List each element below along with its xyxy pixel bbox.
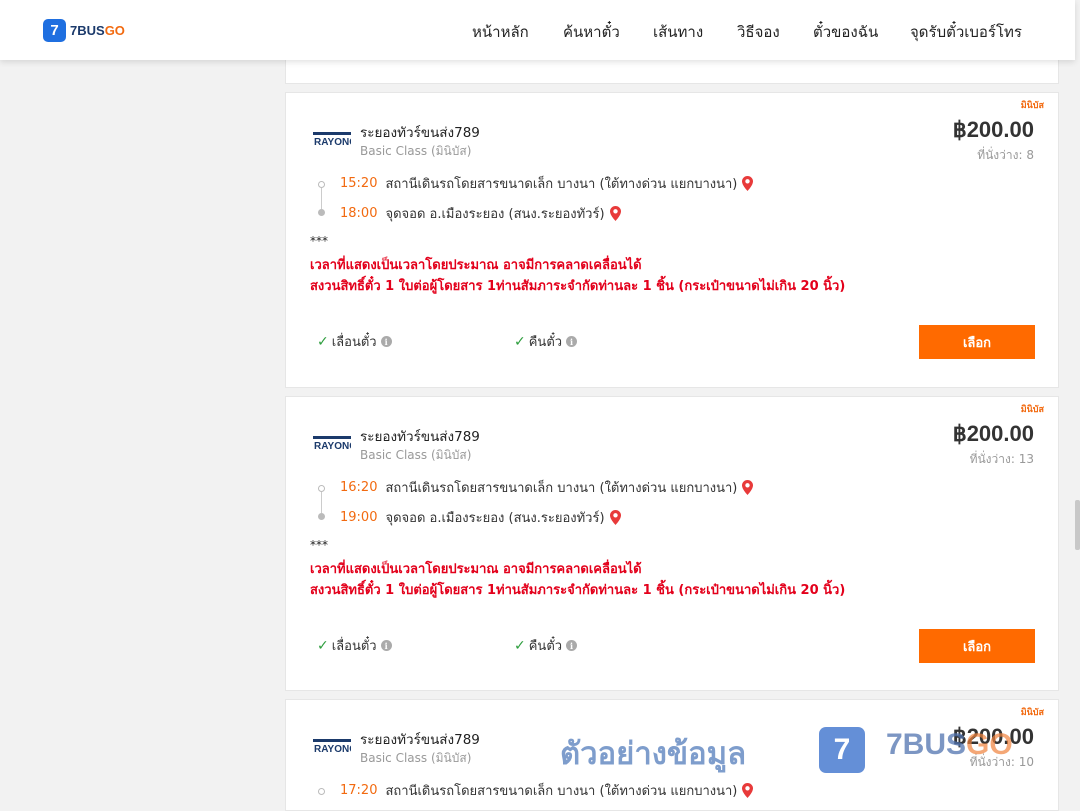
page-scrollbar[interactable] bbox=[1075, 0, 1080, 800]
vehicle-type-badge: มินิบัส bbox=[1020, 708, 1044, 718]
info-icon[interactable]: i bbox=[566, 336, 578, 347]
operator-logo: RAYONG bbox=[313, 436, 351, 450]
arrival-stop: 19:00 จุดจอด อ.เมืองระยอง (สนง.ระยองทัวร… bbox=[340, 507, 621, 528]
top-header: 7 7BUSGO หน้าหลัก ค้นหาตั๋ว เส้นทาง วิธี… bbox=[0, 0, 1075, 60]
map-pin-icon[interactable] bbox=[742, 783, 754, 798]
select-trip-button[interactable]: เลือก bbox=[919, 325, 1035, 359]
operator-logo: RAYONG bbox=[313, 132, 351, 146]
departure-time: 17:20 bbox=[340, 783, 378, 798]
bus-class: Basic Class (มินิบัส) bbox=[360, 448, 472, 462]
feature-refund: ✓ คืนตั๋ว i bbox=[514, 635, 578, 656]
ticket-price: ฿200.00 bbox=[952, 421, 1034, 446]
nav-home[interactable]: หน้าหลัก bbox=[472, 20, 529, 44]
operator-logo: RAYONG bbox=[313, 739, 351, 753]
info-icon[interactable]: i bbox=[566, 640, 578, 651]
operator-name: ระยองทัวร์ขนส่ง789 bbox=[360, 732, 480, 748]
departure-time: 16:20 bbox=[340, 480, 378, 495]
svg-text:RAYONG: RAYONG bbox=[314, 137, 351, 146]
map-pin-icon[interactable] bbox=[609, 206, 621, 221]
svg-text:RAYONG: RAYONG bbox=[314, 441, 351, 450]
note-stars: *** bbox=[310, 234, 328, 248]
nav-ticket-pickup[interactable]: จุดรับตั๋วเบอร์โทร bbox=[910, 20, 1022, 44]
timeline-end-dot bbox=[318, 209, 325, 216]
watermark-logo-mark: 7 bbox=[819, 727, 865, 773]
feature-reschedule: ✓ เลื่อนตั๋ว i bbox=[317, 331, 392, 352]
arrival-stop: 18:00 จุดจอด อ.เมืองระยอง (สนง.ระยองทัวร… bbox=[340, 203, 621, 224]
select-trip-button[interactable]: เลือก bbox=[919, 629, 1035, 663]
site-logo[interactable]: 7 7BUSGO bbox=[43, 19, 125, 42]
arrival-time: 19:00 bbox=[340, 510, 378, 525]
seats-available: ที่นั่งว่าง: 13 bbox=[969, 452, 1034, 466]
feature-label: คืนตั๋ว bbox=[528, 639, 563, 654]
timeline-line bbox=[321, 492, 322, 513]
vehicle-type-badge: มินิบัส bbox=[1020, 405, 1044, 415]
feature-reschedule: ✓ เลื่อนตั๋ว i bbox=[317, 635, 392, 656]
check-icon: ✓ bbox=[317, 333, 329, 350]
feature-label: เลื่อนตั๋ว bbox=[331, 335, 377, 350]
check-icon: ✓ bbox=[317, 637, 329, 654]
departure-place: สถานีเดินรถโดยสารขนาดเล็ก บางนา (ใต้ทางด… bbox=[385, 481, 738, 496]
operator-name: ระยองทัวร์ขนส่ง789 bbox=[360, 429, 480, 445]
map-pin-icon[interactable] bbox=[609, 510, 621, 525]
trip-card: มินิบัส RAYONG ระยองทัวร์ขนส่ง789 Basic … bbox=[285, 92, 1059, 388]
logo-mark: 7 bbox=[43, 19, 66, 42]
map-pin-icon[interactable] bbox=[742, 176, 754, 191]
seats-available: ที่นั่งว่าง: 8 bbox=[977, 148, 1034, 162]
trip-card: มินิบัส RAYONG ระยองทัวร์ขนส่ง789 Basic … bbox=[285, 396, 1059, 691]
nav-my-tickets[interactable]: ตั๋วของฉัน bbox=[813, 20, 878, 44]
nav-search-ticket[interactable]: ค้นหาตั๋ว bbox=[563, 20, 620, 44]
feature-label: เลื่อนตั๋ว bbox=[331, 639, 377, 654]
map-pin-icon[interactable] bbox=[742, 480, 754, 495]
scrollbar-thumb[interactable] bbox=[1075, 500, 1080, 550]
departure-place: สถานีเดินรถโดยสารขนาดเล็ก บางนา (ใต้ทางด… bbox=[385, 784, 738, 799]
check-icon: ✓ bbox=[514, 637, 526, 654]
feature-label: คืนตั๋ว bbox=[528, 335, 563, 350]
bus-class: Basic Class (มินิบัส) bbox=[360, 144, 472, 158]
check-icon: ✓ bbox=[514, 333, 526, 350]
note-time-disclaimer: เวลาที่แสดงเป็นเวลาโดยประมาณ อาจมีการคลา… bbox=[310, 258, 642, 273]
timeline-line bbox=[321, 188, 322, 209]
arrival-place: จุดจอด อ.เมืองระยอง (สนง.ระยองทัวร์) bbox=[385, 511, 605, 526]
departure-stop: 16:20 สถานีเดินรถโดยสารขนาดเล็ก บางนา (ใ… bbox=[340, 477, 754, 498]
departure-time: 15:20 bbox=[340, 176, 378, 191]
note-luggage-policy: สงวนสิทธิ์ตั๋ว 1 ใบต่อผู้โดยสาร 1ท่านสัม… bbox=[310, 279, 846, 294]
svg-text:RAYONG: RAYONG bbox=[314, 744, 351, 753]
timeline-start-dot bbox=[318, 788, 325, 795]
timeline-start-dot bbox=[318, 485, 325, 492]
operator-name: ระยองทัวร์ขนส่ง789 bbox=[360, 125, 480, 141]
departure-place: สถานีเดินรถโดยสารขนาดเล็ก บางนา (ใต้ทางด… bbox=[385, 177, 738, 192]
note-time-disclaimer: เวลาที่แสดงเป็นเวลาโดยประมาณ อาจมีการคลา… bbox=[310, 562, 642, 577]
bus-class: Basic Class (มินิบัส) bbox=[360, 751, 472, 765]
ticket-price: ฿200.00 bbox=[952, 117, 1034, 142]
nav-routes[interactable]: เส้นทาง bbox=[653, 20, 703, 44]
timeline-end-dot bbox=[318, 513, 325, 520]
arrival-place: จุดจอด อ.เมืองระยอง (สนง.ระยองทัวร์) bbox=[385, 207, 605, 222]
watermark-brand: 7BUSGO bbox=[886, 728, 1013, 761]
departure-stop: 15:20 สถานีเดินรถโดยสารขนาดเล็ก บางนา (ใ… bbox=[340, 173, 754, 194]
info-icon[interactable]: i bbox=[380, 640, 392, 651]
feature-refund: ✓ คืนตั๋ว i bbox=[514, 331, 578, 352]
info-icon[interactable]: i bbox=[380, 336, 392, 347]
timeline-start-dot bbox=[318, 181, 325, 188]
logo-text: 7BUSGO bbox=[70, 23, 125, 38]
note-luggage-policy: สงวนสิทธิ์ตั๋ว 1 ใบต่อผู้โดยสาร 1ท่านสัม… bbox=[310, 583, 846, 598]
arrival-time: 18:00 bbox=[340, 206, 378, 221]
note-stars: *** bbox=[310, 538, 328, 552]
watermark-text: ตัวอย่างข้อมูล bbox=[560, 736, 747, 772]
departure-stop: 17:20 สถานีเดินรถโดยสารขนาดเล็ก บางนา (ใ… bbox=[340, 780, 754, 801]
vehicle-type-badge: มินิบัส bbox=[1020, 101, 1044, 111]
nav-how-to-book[interactable]: วิธีจอง bbox=[737, 20, 780, 44]
